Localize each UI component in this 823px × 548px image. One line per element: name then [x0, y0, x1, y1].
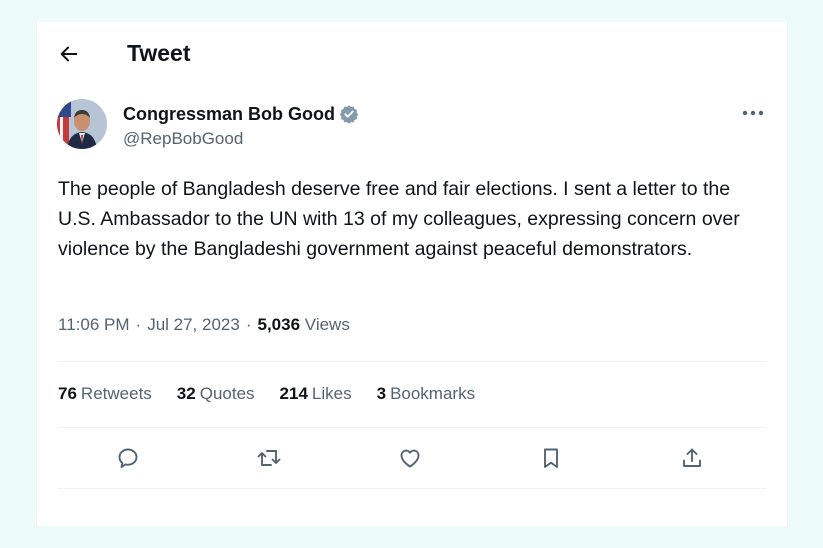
likes-count: 214: [279, 384, 308, 403]
tweet-date[interactable]: Jul 27, 2023: [147, 315, 240, 335]
tweet-card: Tweet Congressman Bob Good @RepBobGood T…: [36, 22, 788, 526]
retweets-count: 76: [58, 384, 77, 403]
like-icon: [400, 449, 420, 468]
retweet-button[interactable]: [251, 440, 287, 476]
quotes-stat[interactable]: 32 Quotes: [177, 384, 255, 404]
quotes-label: Quotes: [199, 384, 255, 403]
share-button[interactable]: [674, 440, 710, 476]
retweet-icon: [257, 450, 281, 466]
tweet-text: The people of Bangladesh deserve free an…: [58, 178, 740, 260]
author-block: Congressman Bob Good @RepBobGood: [123, 102, 359, 149]
avatar[interactable]: [57, 99, 107, 149]
bookmark-button[interactable]: [533, 440, 569, 476]
tweet-time[interactable]: 11:06 PM: [58, 315, 130, 335]
avatar-image: [57, 99, 107, 149]
divider: [58, 427, 766, 428]
meta-separator: ·: [135, 315, 142, 334]
display-name[interactable]: Congressman Bob Good: [123, 104, 335, 125]
quotes-count: 32: [176, 384, 196, 403]
likes-stat[interactable]: 214 Likes: [280, 384, 352, 404]
page-title: Tweet: [127, 40, 191, 66]
bookmark-icon: [544, 448, 558, 468]
retweets-label: Retweets: [80, 384, 152, 403]
more-dots-icon: [742, 110, 764, 116]
views-stat[interactable]: 5,036 Views: [258, 315, 350, 335]
like-button[interactable]: [392, 440, 428, 476]
bookmarks-count: 3: [376, 384, 387, 403]
verified-badge-icon: [339, 105, 359, 124]
likes-label: Likes: [311, 384, 352, 403]
reply-button[interactable]: [110, 440, 146, 476]
author-handle[interactable]: @RepBobGood: [123, 129, 359, 149]
action-bar: [58, 440, 766, 476]
divider: [58, 361, 766, 362]
back-button[interactable]: [51, 36, 87, 72]
reply-icon: [118, 448, 138, 468]
views-count: 5,036: [257, 315, 301, 334]
back-arrow-icon: [60, 46, 78, 62]
meta-separator: ·: [245, 315, 252, 334]
tweet-header: Tweet: [37, 22, 787, 84]
engagement-stats: 76 Retweets 32 Quotes 214 Likes 3 Bookmarks: [58, 384, 475, 404]
bookmarks-stat[interactable]: 3 Bookmarks: [377, 384, 476, 404]
retweets-stat[interactable]: 76 Retweets: [58, 384, 152, 404]
more-options-button[interactable]: [740, 102, 766, 124]
divider: [58, 488, 766, 489]
share-icon: [683, 448, 701, 467]
views-label: Views: [304, 315, 350, 334]
tweet-meta: 11:06 PM · Jul 27, 2023 · 5,036 Views: [58, 315, 350, 335]
bookmarks-label: Bookmarks: [390, 384, 476, 403]
